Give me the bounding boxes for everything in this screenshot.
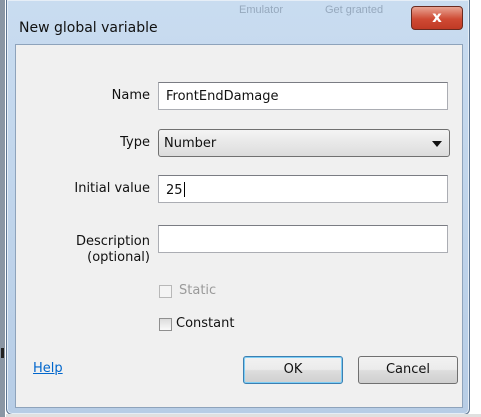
initial-value-label: Initial value [74, 181, 150, 196]
background-text-get-granted: Get granted [325, 4, 384, 16]
background-window-mark [1, 348, 4, 358]
chevron-down-icon[interactable] [432, 141, 442, 147]
close-icon: x [432, 8, 442, 26]
type-select[interactable]: Number [158, 129, 450, 157]
description-optional-label: (optional) [87, 250, 150, 265]
static-checkbox[interactable] [159, 285, 172, 298]
constant-label: Constant [176, 316, 235, 331]
initial-value-input-value: 25 [166, 183, 183, 198]
close-button[interactable]: x [411, 6, 463, 30]
description-input[interactable] [158, 225, 448, 253]
background-text-emulator: Emulator [239, 4, 284, 16]
name-input-value: FrontEndDamage [166, 89, 279, 104]
dialog-client-area: Name FrontEndDamage Type Number Initial … [15, 44, 463, 408]
background-window-edge [0, 0, 5, 417]
text-caret [183, 182, 185, 197]
type-label: Type [120, 135, 150, 150]
help-link[interactable]: Help [33, 361, 63, 376]
name-input[interactable]: FrontEndDamage [158, 82, 448, 110]
description-label: Description [75, 234, 150, 249]
static-label: Static [179, 283, 217, 298]
constant-checkbox[interactable] [159, 318, 172, 331]
title-bar[interactable]: New global variable Emulator Get granted… [7, 0, 469, 44]
type-select-value: Number [164, 136, 217, 151]
cancel-button[interactable]: Cancel [358, 356, 458, 384]
dialog-title: New global variable [19, 20, 158, 36]
name-label: Name [111, 88, 150, 103]
new-global-variable-dialog: New global variable Emulator Get granted… [6, 0, 470, 415]
initial-value-input[interactable]: 25 [158, 175, 448, 203]
ok-button[interactable]: OK [243, 356, 343, 384]
